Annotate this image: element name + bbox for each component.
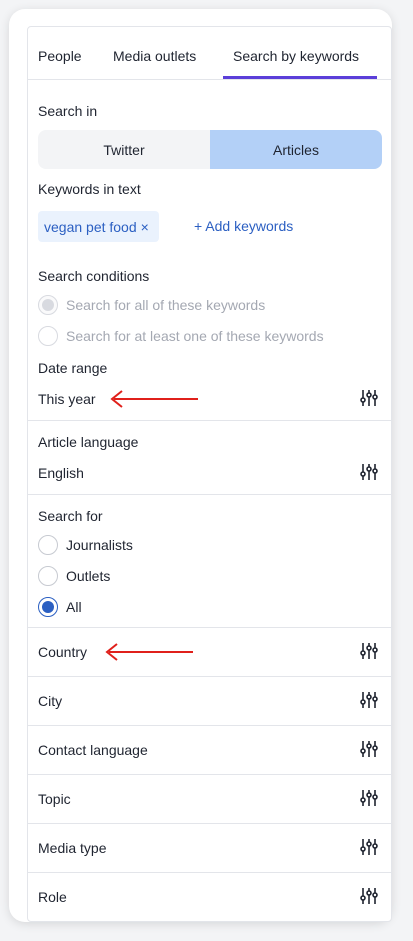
filter-row-topic[interactable]: Topic (28, 775, 391, 823)
article-language-label: Article language (38, 434, 139, 450)
outlets-label: Outlets (66, 568, 111, 584)
remove-keyword-icon[interactable]: × (141, 219, 149, 235)
search-panel: People Media outlets Search by keywords … (27, 26, 392, 922)
search-in-toggle: Twitter Articles (38, 130, 382, 169)
search-for-outlets-option[interactable]: Outlets (38, 566, 110, 586)
tab-bar: People Media outlets Search by keywords (28, 27, 391, 80)
radio-icon (38, 535, 58, 555)
tab-media-outlets[interactable]: Media outlets (113, 48, 196, 64)
sliders-icon[interactable] (360, 789, 378, 807)
sliders-icon[interactable] (360, 838, 378, 856)
journalists-label: Journalists (66, 537, 133, 553)
tab-search-by-keywords[interactable]: Search by keywords (233, 48, 359, 64)
sliders-icon[interactable] (360, 463, 378, 481)
date-range-label: Date range (38, 360, 108, 376)
filter-row-city[interactable]: City (28, 677, 391, 725)
all-label: All (66, 599, 82, 615)
sliders-icon[interactable] (360, 389, 378, 407)
tab-people[interactable]: People (38, 48, 82, 64)
filter-card: People Media outlets Search by keywords … (9, 9, 392, 922)
annotation-arrow-icon (110, 390, 198, 408)
condition-all-label: Search for all of these keywords (66, 297, 266, 313)
search-conditions-label: Search conditions (38, 268, 150, 284)
filter-row-contact-language[interactable]: Contact language (28, 726, 391, 774)
article-language-value: English (38, 465, 84, 481)
filter-row-country[interactable]: Country (28, 628, 391, 676)
condition-any-label: Search for at least one of these keyword… (66, 328, 324, 344)
keyword-chip: vegan pet food × (38, 211, 159, 242)
radio-icon (38, 566, 58, 586)
sliders-icon[interactable] (360, 887, 378, 905)
divider (28, 494, 391, 495)
radio-icon (38, 326, 58, 346)
search-in-twitter-button[interactable]: Twitter (38, 130, 210, 169)
condition-any-option[interactable]: Search for at least one of these keyword… (38, 326, 324, 346)
topic-label: Topic (38, 791, 71, 807)
sliders-icon[interactable] (360, 642, 378, 660)
active-tab-indicator (223, 76, 377, 79)
search-in-label: Search in (38, 103, 98, 119)
filter-row-role[interactable]: Role (28, 873, 391, 921)
contact-language-label: Contact language (38, 742, 148, 758)
radio-icon (38, 295, 58, 315)
annotation-arrow-icon (105, 643, 193, 661)
divider (28, 420, 391, 421)
radio-selected-icon (38, 597, 58, 617)
filter-row-media-type[interactable]: Media type (28, 824, 391, 872)
add-keywords-button[interactable]: + Add keywords (194, 218, 293, 234)
search-for-journalists-option[interactable]: Journalists (38, 535, 133, 555)
media-type-label: Media type (38, 840, 107, 856)
country-label: Country (38, 644, 88, 660)
city-label: City (38, 693, 63, 709)
date-range-value: This year (38, 391, 96, 407)
role-label: Role (38, 889, 67, 905)
search-in-articles-button[interactable]: Articles (210, 130, 382, 169)
keywords-label: Keywords in text (38, 181, 141, 197)
search-for-label: Search for (38, 508, 103, 524)
condition-all-option[interactable]: Search for all of these keywords (38, 295, 265, 315)
search-for-all-option[interactable]: All (38, 597, 82, 617)
keyword-chip-label: vegan pet food (44, 218, 137, 235)
sliders-icon[interactable] (360, 740, 378, 758)
sliders-icon[interactable] (360, 691, 378, 709)
